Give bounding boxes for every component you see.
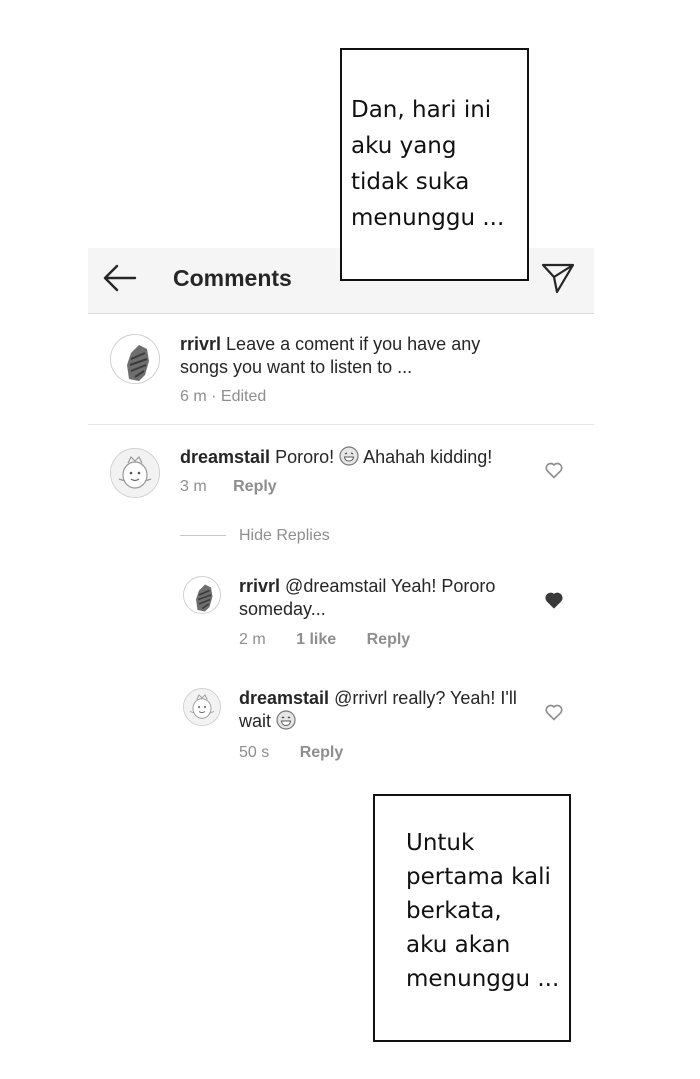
post-text: Leave a coment if you have any songs you… xyxy=(180,334,481,377)
caption-box-bottom: Untuk pertama kali berkata, aku akan men… xyxy=(373,794,571,1042)
paper-plane-icon[interactable] xyxy=(540,261,576,295)
reply-time: 50 s xyxy=(239,744,270,761)
divider xyxy=(88,424,594,425)
comment-time: 3 m xyxy=(180,478,207,495)
post-time: 6 m · Edited xyxy=(180,388,267,405)
caption-line: berkata, xyxy=(406,898,502,924)
reply-button[interactable]: Reply xyxy=(367,631,411,648)
page-title: Comments xyxy=(173,265,292,291)
caption-line: aku akan xyxy=(406,932,511,958)
heart-filled-icon[interactable] xyxy=(544,590,564,610)
reply-text: rrivrl @dreamstail Yeah! Pororo someday.… xyxy=(239,575,529,621)
hide-replies-line xyxy=(180,535,226,536)
comment-text: dreamstail Pororo! Ahahah kidding! xyxy=(180,446,540,469)
post-caption: rrivrl Leave a coment if you have any so… xyxy=(180,333,520,379)
reply-button[interactable]: Reply xyxy=(233,478,277,495)
heart-outline-icon[interactable] xyxy=(544,460,564,480)
caption-line: pertama kali xyxy=(406,864,551,890)
hide-replies-button[interactable]: Hide Replies xyxy=(239,527,330,545)
comment-username[interactable]: dreamstail xyxy=(180,447,270,467)
reply-meta: 2 m 1 like Reply xyxy=(239,631,410,649)
comment-text-part: Ahahah kidding! xyxy=(363,447,493,467)
avatar[interactable] xyxy=(110,448,160,498)
avatar[interactable] xyxy=(183,688,221,726)
likes-count[interactable]: 1 like xyxy=(296,631,336,648)
avatar-image-icon xyxy=(111,335,159,383)
post-username[interactable]: rrivrl xyxy=(180,334,221,354)
arrow-left-icon[interactable] xyxy=(102,262,138,294)
caption-line: aku yang xyxy=(351,133,457,159)
reply-button[interactable]: Reply xyxy=(300,744,344,761)
avatar[interactable] xyxy=(183,576,221,614)
reply-username[interactable]: dreamstail xyxy=(239,688,329,708)
reply-text: dreamstail @rrivrl really? Yeah! I'll wa… xyxy=(239,687,529,733)
reply-username[interactable]: rrivrl xyxy=(239,576,280,596)
reply-meta: 50 s Reply xyxy=(239,744,343,762)
avatar[interactable] xyxy=(110,334,160,384)
comment-text-part: Pororo! xyxy=(275,447,335,467)
avatar-image-icon xyxy=(184,689,220,725)
caption-line: Dan, hari ini xyxy=(351,97,492,123)
grinning-face-icon xyxy=(339,446,359,466)
smiling-face-icon xyxy=(276,710,296,730)
avatar-image-icon xyxy=(111,449,159,497)
caption-line: menunggu ... xyxy=(406,966,560,992)
comment-meta: 3 m Reply xyxy=(180,478,277,496)
reply-time: 2 m xyxy=(239,631,266,648)
caption-line: menunggu ... xyxy=(351,205,505,231)
caption-line: tidak suka xyxy=(351,169,470,195)
heart-outline-icon[interactable] xyxy=(544,702,564,722)
avatar-image-icon xyxy=(184,577,220,613)
caption-line: Untuk xyxy=(406,830,475,856)
caption-box-top: Dan, hari ini aku yang tidak suka menung… xyxy=(340,48,529,281)
comments-panel: Comments rrivrl Leave a coment if you ha… xyxy=(88,248,594,808)
